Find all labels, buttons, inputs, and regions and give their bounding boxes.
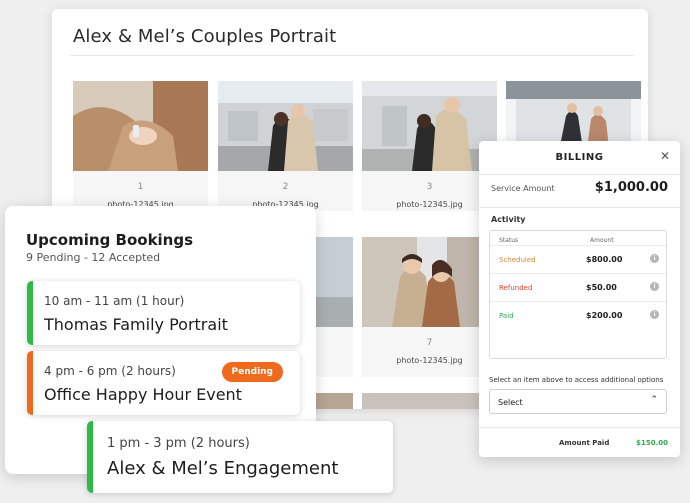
bookings-title: Upcoming Bookings (26, 231, 194, 249)
action-select[interactable]: Select ⌃ (489, 389, 667, 414)
amount-paid-label: Amount Paid (559, 439, 610, 447)
photo-tile[interactable]: 1 photo-12345.jpg (73, 81, 208, 211)
booking-name: Office Happy Hour Event (44, 385, 242, 404)
activity-table: Status Amount Scheduled $800.00 i Refund… (489, 230, 667, 359)
photo-tile[interactable]: 3 photo-12345.jpg (362, 81, 497, 211)
column-header-status: Status (499, 237, 519, 244)
photo-number: 1 (137, 182, 144, 192)
close-icon[interactable]: ✕ (658, 149, 672, 163)
photo-filename: photo-12345.jpg (396, 200, 463, 209)
photo-thumbnail (362, 393, 497, 409)
booking-name: Alex & Mel’s Engagement (107, 458, 339, 479)
pending-badge: Pending (221, 362, 283, 382)
row-status: Paid (499, 312, 514, 320)
row-amount: $50.00 (586, 283, 617, 292)
booking-name: Thomas Family Portrait (44, 315, 228, 334)
row-status: Refunded (499, 284, 533, 292)
booking-time: 10 am - 11 am (1 hour) (44, 294, 185, 308)
status-accent-bar (27, 281, 33, 345)
info-icon[interactable]: i (650, 282, 659, 291)
row-amount: $800.00 (586, 255, 623, 264)
table-row[interactable]: Scheduled $800.00 i (490, 245, 666, 273)
chevron-up-icon: ⌃ (650, 395, 658, 405)
photo-tile[interactable] (362, 393, 497, 409)
billing-header: BILLING ✕ (479, 141, 680, 175)
info-icon[interactable]: i (650, 310, 659, 319)
booking-item[interactable]: 1 pm - 3 pm (2 hours) Alex & Mel’s Engag… (87, 421, 393, 493)
status-accent-bar (87, 421, 93, 493)
photo-number: 3 (426, 182, 433, 192)
bookings-summary: 9 Pending - 12 Accepted (26, 251, 161, 264)
photo-number: 2 (282, 182, 289, 192)
booking-time: 1 pm - 3 pm (2 hours) (107, 436, 250, 451)
photo-thumbnail (362, 237, 497, 327)
row-amount: $200.00 (586, 311, 623, 320)
billing-title: BILLING (555, 152, 604, 163)
table-row[interactable]: Refunded $50.00 i (490, 273, 666, 301)
booking-time: 4 pm - 6 pm (2 hours) (44, 364, 176, 378)
info-icon[interactable]: i (650, 254, 659, 263)
status-accent-bar (27, 351, 33, 415)
divider (70, 55, 634, 56)
photo-tile[interactable]: 2 photo-12345.jpg (218, 81, 353, 211)
divider (479, 427, 680, 428)
photo-number: 7 (426, 338, 433, 348)
photo-thumbnail (218, 81, 353, 171)
gallery-title: Alex & Mel’s Couples Portrait (73, 26, 337, 47)
booking-item[interactable]: 10 am - 11 am (1 hour) Thomas Family Por… (27, 281, 300, 345)
select-value: Select (498, 398, 523, 407)
activity-label: Activity (491, 215, 526, 224)
photo-filename: photo-12345.jpg (396, 356, 463, 365)
column-header-amount: Amount (590, 237, 614, 244)
photo-tile[interactable]: 7 photo-12345.jpg (362, 237, 497, 377)
booking-item[interactable]: 4 pm - 6 pm (2 hours) Office Happy Hour … (27, 351, 300, 415)
service-amount-label: Service Amount (491, 184, 555, 193)
service-amount-value: $1,000.00 (594, 180, 668, 195)
row-status: Scheduled (499, 256, 536, 264)
divider (479, 207, 680, 208)
select-hint: Select an item above to access additiona… (489, 376, 664, 384)
table-row[interactable]: Paid $200.00 i (490, 301, 666, 329)
billing-panel: BILLING ✕ Service Amount $1,000.00 Activ… (479, 141, 680, 457)
photo-thumbnail (73, 81, 208, 171)
photo-thumbnail (362, 81, 497, 171)
amount-paid-value: $150.00 (636, 439, 668, 447)
